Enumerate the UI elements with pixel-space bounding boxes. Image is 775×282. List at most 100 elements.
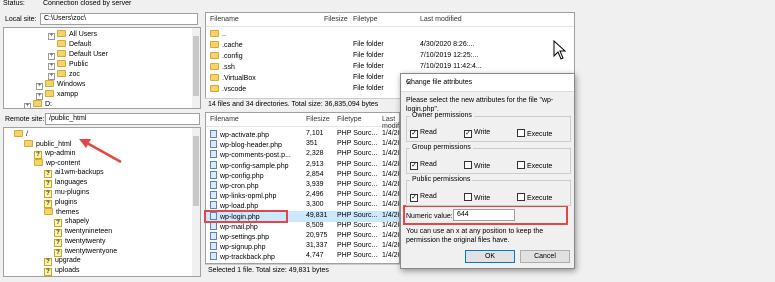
file-modified: 1/4/20 bbox=[382, 130, 400, 137]
unknown-folder-icon: ? bbox=[54, 238, 62, 247]
write-checkbox[interactable]: Write bbox=[464, 161, 490, 170]
file-modified: 1/4/20 bbox=[382, 150, 400, 158]
php-file-icon bbox=[210, 201, 217, 210]
cancel-button[interactable]: Cancel bbox=[520, 250, 570, 263]
unknown-folder-icon: ? bbox=[44, 268, 52, 276]
folder-icon bbox=[45, 90, 54, 97]
close-icon[interactable]: ✕ bbox=[406, 79, 568, 87]
expand-icon[interactable]: + bbox=[36, 83, 43, 90]
write-checkbox[interactable]: Write bbox=[464, 193, 490, 202]
tree-item-label: Public bbox=[69, 61, 89, 68]
file-name-cell: .cache bbox=[210, 41, 243, 49]
execute-checkbox[interactable]: Execute bbox=[517, 193, 552, 202]
file-name: wp-cron.php bbox=[220, 183, 259, 190]
write-checkbox[interactable]: ✓ Write bbox=[464, 129, 490, 138]
tree-item[interactable]: + D: bbox=[24, 100, 52, 108]
file-row[interactable]: .cache File folder 4/30/2020 8:26:... bbox=[206, 40, 574, 51]
file-name: wp-config-sample.php bbox=[220, 162, 289, 170]
remote-tree-scrollbar[interactable] bbox=[192, 128, 200, 276]
php-file-icon bbox=[210, 181, 217, 189]
col-filename[interactable]: Filename bbox=[210, 116, 239, 123]
file-size: 2,913 bbox=[306, 160, 324, 168]
file-name: wp-signup.php bbox=[220, 244, 266, 252]
execute-checkbox[interactable]: Execute bbox=[517, 161, 552, 170]
permission-group-label: Public permissions bbox=[410, 176, 473, 183]
file-type: PHP Sourc... bbox=[337, 160, 378, 168]
file-name-cell: wp-trackback.php bbox=[210, 252, 275, 261]
execute-checkbox[interactable]: Execute bbox=[517, 129, 552, 138]
file-modified: 1/4/20 bbox=[382, 242, 400, 250]
file-type: PHP Sourc... bbox=[337, 191, 378, 199]
ok-button[interactable]: OK bbox=[465, 250, 515, 263]
col-filesize[interactable]: Filesize bbox=[324, 16, 348, 23]
expand-icon[interactable]: + bbox=[48, 73, 55, 80]
expand-icon[interactable]: + bbox=[48, 33, 55, 40]
col-filesize[interactable]: Filesize bbox=[306, 116, 330, 123]
col-filetype[interactable]: Filetype bbox=[353, 16, 378, 23]
read-label: Read bbox=[420, 129, 437, 136]
local-tree-scrollbar[interactable] bbox=[192, 28, 200, 108]
folder-icon bbox=[44, 208, 53, 216]
tree-item-label: D: bbox=[45, 101, 52, 108]
file-row[interactable]: .config File folder 7/10/2019 12:25:... bbox=[206, 51, 574, 62]
file-size: 4,747 bbox=[306, 252, 324, 260]
col-filetype[interactable]: Filetype bbox=[337, 116, 362, 123]
unknown-folder-icon: ? bbox=[54, 229, 62, 237]
tree-item[interactable]: ? uploads bbox=[44, 267, 80, 276]
folder-icon bbox=[57, 30, 66, 37]
file-type: File folder bbox=[353, 52, 384, 59]
remote-site-input[interactable]: /public_html bbox=[45, 113, 200, 125]
expand-icon[interactable]: + bbox=[48, 53, 55, 60]
folder-icon bbox=[34, 159, 43, 167]
file-size: 8,509 bbox=[306, 221, 324, 229]
read-checkbox[interactable]: ✓ Read bbox=[410, 161, 437, 170]
local-site-path: C:\Users\zoc\ bbox=[44, 15, 87, 22]
col-modified[interactable]: Last modified bbox=[420, 16, 462, 23]
folder-icon bbox=[33, 100, 42, 107]
file-row[interactable]: .. bbox=[206, 29, 574, 40]
tree-item-label: public_html bbox=[36, 140, 72, 148]
file-type: PHP Sourc... bbox=[337, 211, 378, 219]
write-label: Write bbox=[474, 129, 491, 136]
file-size: 3,300 bbox=[306, 201, 324, 209]
col-modified[interactable]: Last modified bbox=[382, 116, 399, 130]
expand-icon[interactable]: + bbox=[48, 63, 55, 70]
tree-item-label: / bbox=[26, 131, 28, 138]
file-type: File folder bbox=[353, 85, 384, 92]
folder-icon bbox=[45, 80, 54, 87]
tree-item-label: mu-plugins bbox=[55, 188, 90, 196]
unknown-folder-icon: ? bbox=[44, 258, 52, 267]
read-checkbox[interactable]: ✓ Read bbox=[410, 193, 437, 202]
expand-icon[interactable]: + bbox=[24, 103, 31, 108]
file-name: .config bbox=[222, 53, 243, 60]
checkbox-box: ✓ bbox=[410, 130, 418, 138]
file-modified: 4/30/2020 8:26:... bbox=[420, 41, 475, 48]
permission-group: Public permissions ✓ Read Write Execute bbox=[406, 176, 571, 206]
php-file-icon bbox=[210, 130, 217, 138]
folder-icon bbox=[57, 60, 66, 67]
file-name-cell: .VirtualBox bbox=[210, 74, 256, 82]
remote-file-list[interactable]: Filename Filesize Filetype Last modified… bbox=[205, 112, 400, 264]
file-name-cell: wp-links-opml.php bbox=[210, 191, 276, 200]
local-site-label: Local site: bbox=[5, 16, 37, 23]
permission-group: Owner permissions ✓ Read ✓ Write Execute bbox=[406, 112, 571, 142]
file-type: File folder bbox=[353, 63, 384, 70]
file-name: wp-config.php bbox=[220, 172, 264, 180]
file-modified: 7/10/2019 12:25:... bbox=[420, 52, 479, 59]
remote-file-header: Filename Filesize Filetype Last modified bbox=[206, 113, 399, 130]
expand-icon[interactable]: + bbox=[36, 93, 43, 100]
folder-icon bbox=[24, 139, 33, 147]
file-type: PHP Sourc... bbox=[337, 252, 378, 260]
read-label: Read bbox=[420, 161, 437, 168]
col-filename[interactable]: Filename bbox=[210, 16, 239, 23]
local-site-input[interactable]: C:\Users\zoc\ bbox=[40, 13, 198, 25]
file-name-cell: .config bbox=[210, 52, 243, 60]
file-row[interactable]: wp-trackback.php 4,747 PHP Sourc... 1/4/20 bbox=[206, 251, 399, 262]
read-checkbox[interactable]: ✓ Read bbox=[410, 129, 437, 138]
unknown-folder-icon: ? bbox=[44, 170, 52, 179]
file-row[interactable]: .ssh File folder 7/10/2019 11:42:4... bbox=[206, 62, 574, 73]
tree-item-label: twentytwentyone bbox=[65, 247, 118, 255]
local-tree[interactable]: + All Users Default + Default User + Public + zo… bbox=[3, 27, 201, 109]
file-modified: 1/4/20 bbox=[382, 140, 400, 148]
file-name-cell: wp-signup.php bbox=[210, 242, 266, 251]
